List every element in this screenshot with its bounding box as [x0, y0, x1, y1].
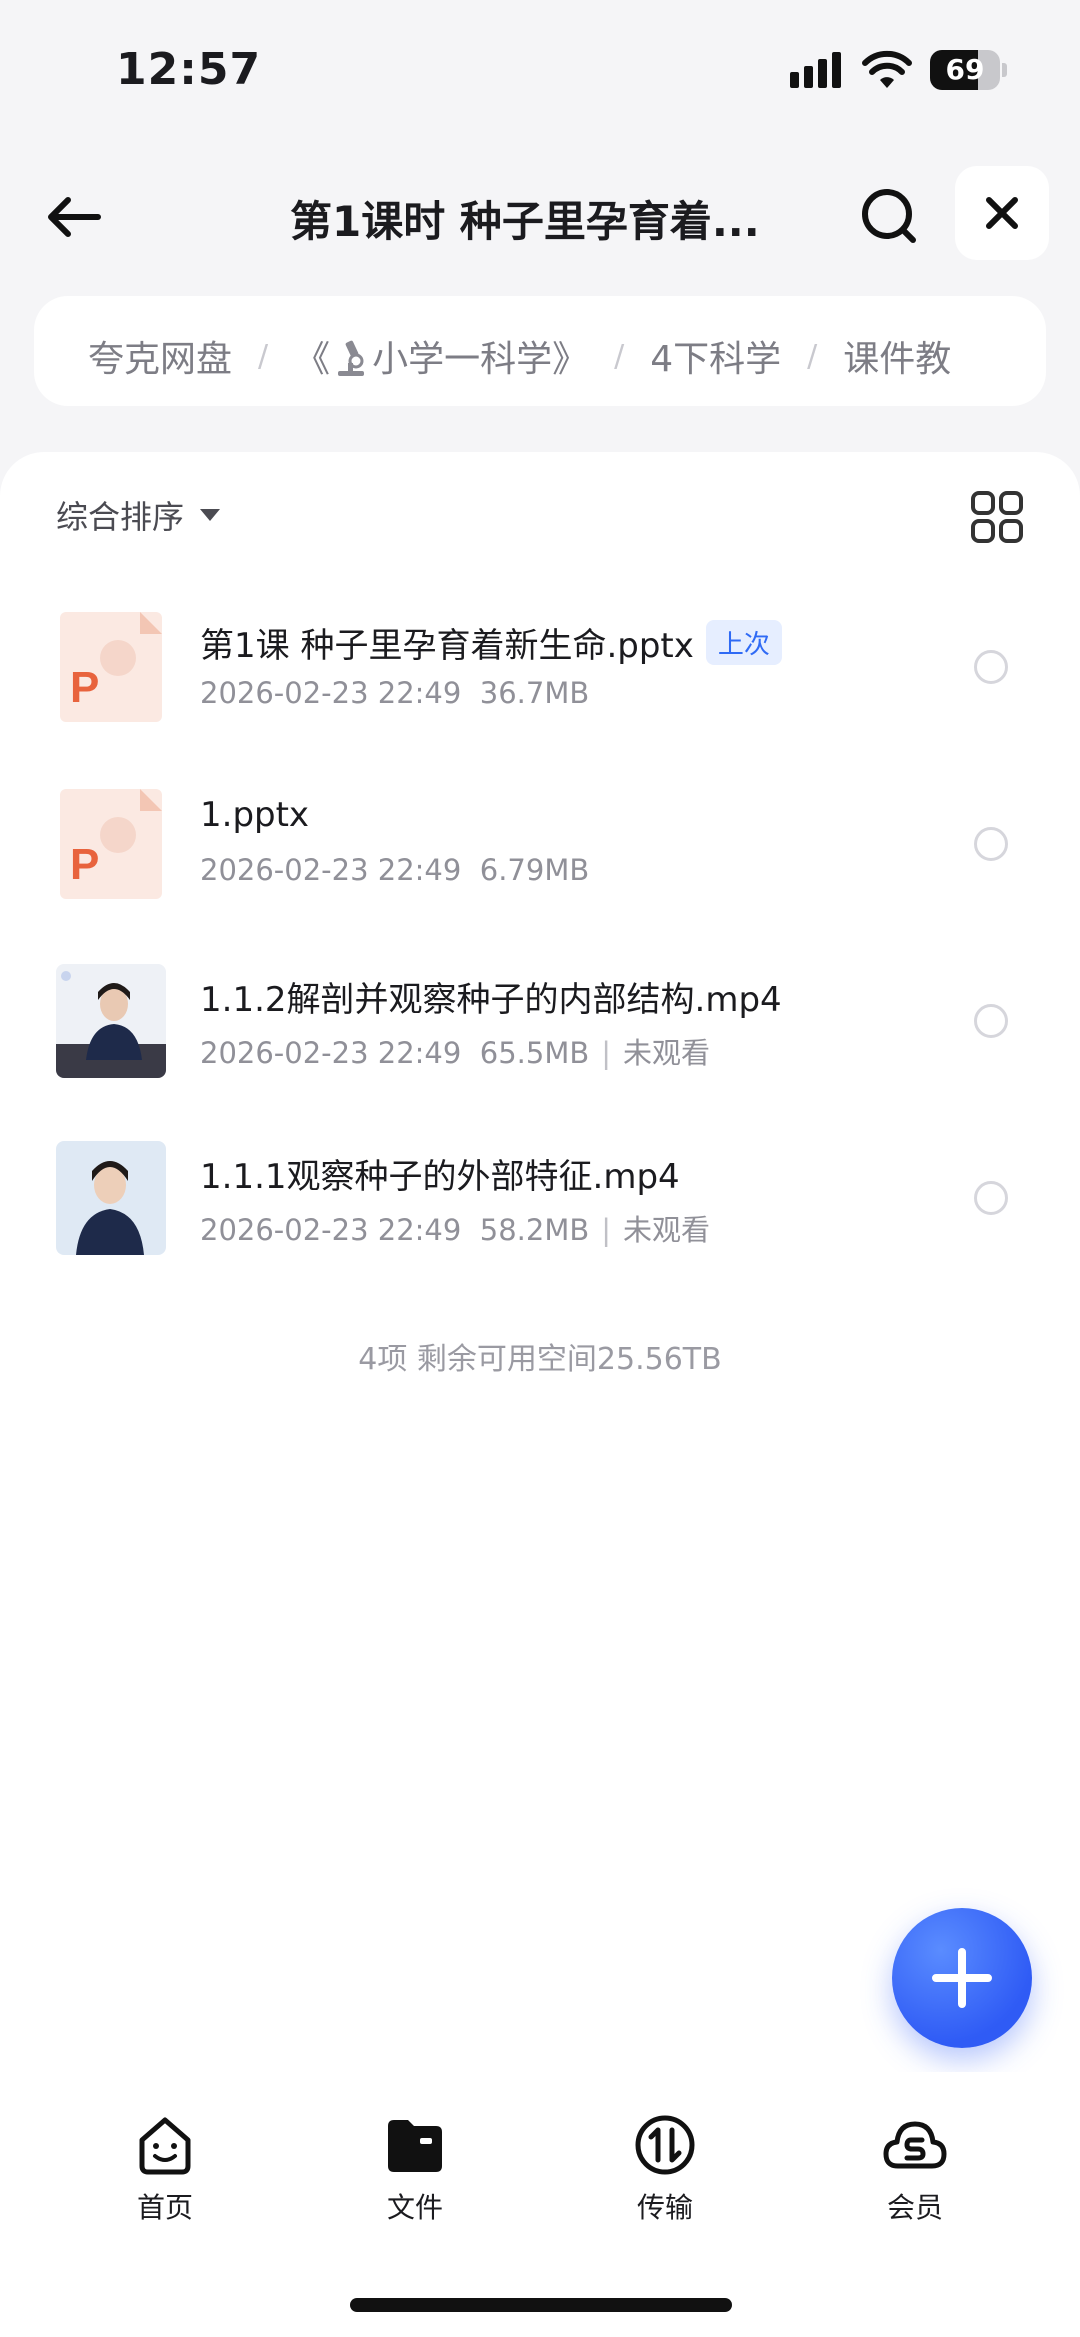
file-size: 36.7MB: [479, 676, 590, 710]
watch-status: 未观看: [623, 1213, 711, 1247]
file-meta: 2026-02-23 22:49 65.5MB | 未观看: [200, 1036, 711, 1070]
tab-label: 传输: [636, 2191, 693, 2224]
battery-level: 69: [945, 53, 985, 86]
file-name-text: 1.pptx: [200, 795, 310, 835]
home-indicator: [350, 2298, 732, 2312]
breadcrumb-separator: /: [807, 338, 818, 374]
tab-files[interactable]: 文件: [340, 2112, 490, 2224]
breadcrumb: 夸克网盘 / 《 小学一科学》 / 4下科学 / 课件教: [34, 296, 1046, 406]
breadcrumb-item-courseware[interactable]: 课件教: [843, 330, 951, 382]
home-face-icon: [139, 2117, 191, 2175]
file-size: 65.5MB: [479, 1036, 590, 1070]
close-button[interactable]: [955, 166, 1049, 260]
battery-indicator: 69: [930, 50, 1007, 90]
status-time: 12:57: [116, 44, 262, 95]
last-opened-badge: 上次: [705, 620, 782, 665]
svg-text:P: P: [70, 840, 99, 889]
select-radio[interactable]: [974, 1181, 1008, 1215]
breadcrumb-separator: /: [258, 338, 269, 374]
wifi-icon: [862, 50, 912, 88]
breadcrumb-item-subject-prefix: 《: [294, 339, 331, 380]
pptx-file-icon: P: [60, 789, 162, 899]
svg-text:P: P: [70, 663, 99, 712]
file-name: 1.1.1观察种子的外部特征.mp4: [200, 1149, 680, 1198]
watch-status: 未观看: [623, 1036, 711, 1070]
file-date: 2026-02-23 22:49: [200, 1213, 462, 1247]
transfer-icon: [635, 2115, 695, 2175]
breadcrumb-item-subject-name: 小学一科学》: [372, 339, 589, 380]
file-name: 第1课 种子里孕育着新生命.pptx 上次: [200, 618, 782, 667]
status-bar: 12:57 69: [0, 0, 1080, 140]
tab-transfer[interactable]: 传输: [590, 2112, 740, 2224]
tab-label: 首页: [136, 2191, 193, 2224]
file-date: 2026-02-23 22:49: [200, 676, 462, 710]
storage-summary: 4项 剩余可用空间25.56TB: [358, 1342, 722, 1377]
cellular-signal-icon: [790, 52, 841, 88]
pptx-file-icon: P: [60, 612, 162, 722]
tab-vip[interactable]: 会员: [840, 2112, 990, 2224]
video-thumbnail: [56, 964, 166, 1078]
file-row[interactable]: P 第1课 种子里孕育着新生命.pptx 上次 2026-02-23 22:49…: [0, 580, 1080, 756]
folder-icon: [388, 2120, 442, 2172]
breadcrumb-item-grade[interactable]: 4下科学: [650, 330, 781, 382]
plus-icon: [932, 1948, 992, 2008]
video-thumbnail: [56, 1141, 166, 1255]
breadcrumb-item-subject[interactable]: 《 小学一科学》: [294, 330, 588, 382]
select-radio[interactable]: [974, 1004, 1008, 1038]
page-title: 第1课时 种子里孕育着...: [290, 197, 760, 246]
sort-label: 综合排序: [56, 498, 185, 536]
file-row[interactable]: P 1.pptx 2026-02-23 22:49 6.79MB: [0, 757, 1080, 933]
file-row[interactable]: 1.1.2解剖并观察种子的内部结构.mp4 2026-02-23 22:49 6…: [0, 934, 1080, 1110]
top-bar: 第1课时 种子里孕育着...: [0, 160, 1080, 270]
file-name: 1.1.2解剖并观察种子的内部结构.mp4: [200, 972, 782, 1021]
caret-down-icon: [200, 509, 221, 521]
file-meta: 2026-02-23 22:49 36.7MB: [200, 676, 589, 710]
file-meta: 2026-02-23 22:49 58.2MB | 未观看: [200, 1213, 711, 1247]
close-icon: [986, 197, 1018, 229]
file-list-panel: 综合排序 P 第1课 种子里孕育着新生命.pptx 上次 2026-02-23 …: [0, 452, 1080, 2072]
back-arrow-icon[interactable]: [40, 182, 110, 252]
file-date: 2026-02-23 22:49: [200, 853, 462, 887]
microscope-icon: [338, 340, 365, 376]
vip-cloud-icon: [883, 2121, 947, 2169]
select-radio[interactable]: [974, 827, 1008, 861]
file-size: 58.2MB: [479, 1213, 590, 1247]
search-icon[interactable]: [855, 182, 925, 252]
breadcrumb-separator: /: [614, 338, 625, 374]
file-name: 1.pptx: [200, 795, 309, 835]
tab-label: 会员: [886, 2191, 943, 2224]
file-name-text: 1.1.1观察种子的外部特征.mp4: [200, 1157, 680, 1197]
breadcrumb-item-root[interactable]: 夸克网盘: [88, 330, 232, 382]
sort-dropdown[interactable]: 综合排序: [56, 492, 221, 538]
file-row[interactable]: 1.1.1观察种子的外部特征.mp4 2026-02-23 22:49 58.2…: [0, 1111, 1080, 1287]
tab-home[interactable]: 首页: [90, 2112, 240, 2224]
file-date: 2026-02-23 22:49: [200, 1036, 462, 1070]
add-button[interactable]: [892, 1908, 1032, 2048]
file-size: 6.79MB: [479, 853, 590, 887]
tab-label: 文件: [386, 2191, 443, 2224]
select-radio[interactable]: [974, 650, 1008, 684]
file-meta: 2026-02-23 22:49 6.79MB: [200, 853, 589, 887]
file-name-text: 第1课 种子里孕育着新生命.pptx: [200, 626, 694, 666]
grid-view-icon[interactable]: [970, 490, 1024, 544]
file-name-text: 1.1.2解剖并观察种子的内部结构.mp4: [200, 980, 782, 1020]
